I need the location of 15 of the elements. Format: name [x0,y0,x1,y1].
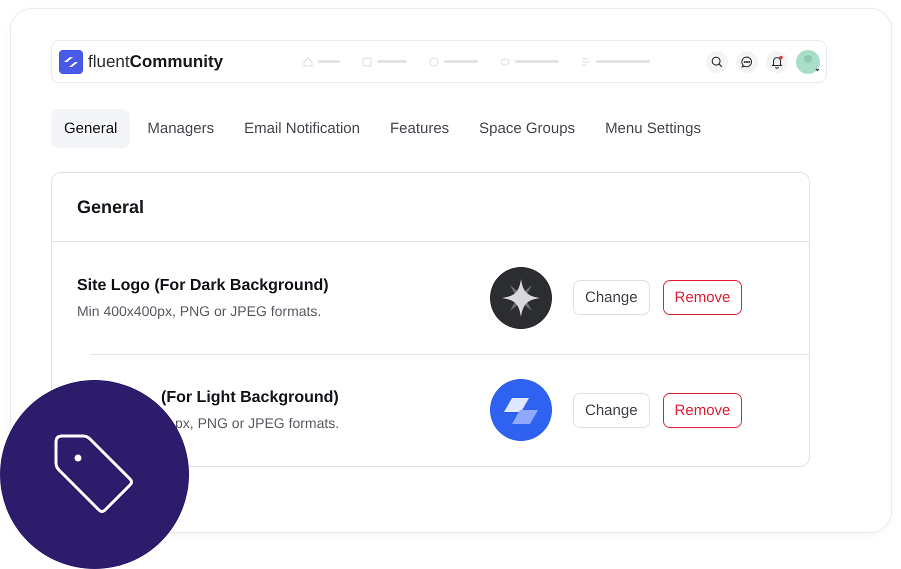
tab[interactable]: Features [376,109,462,148]
remove-button[interactable]: Remove [662,392,742,428]
setting-hint: Min 400x400px, PNG or JPEG formats. [77,302,322,319]
remove-button[interactable]: Remove [662,280,742,316]
tab[interactable]: Email Notification [231,109,373,148]
brand-name: fluentCommunity [88,52,224,72]
change-button[interactable]: Change [573,392,650,428]
tab[interactable]: General [51,109,130,148]
tab[interactable]: Space Groups [466,109,588,148]
setting-title: (For Light Background) [161,389,340,408]
setting-title: Site Logo (For Dark Background) [77,276,330,295]
tab[interactable]: Managers [134,109,228,148]
tab[interactable]: Menu Settings [592,109,714,148]
change-button[interactable]: Change [573,280,650,316]
card-title: General [77,196,144,218]
